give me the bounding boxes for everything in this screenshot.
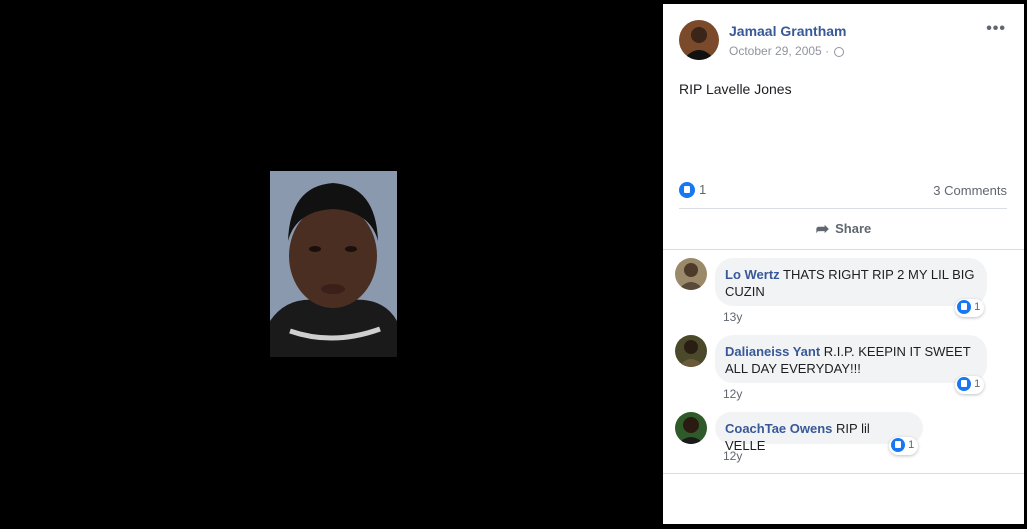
comment-reactions[interactable]: 1 (955, 299, 985, 317)
comment: Dalianeiss Yant R.I.P. KEEPIN IT SWEET A… (675, 335, 1015, 405)
post-panel: Jamaal Grantham October 29, 2005 · ••• R… (663, 4, 1024, 524)
share-icon: ➦ (815, 221, 830, 238)
author-avatar[interactable] (679, 20, 719, 60)
post-date-text[interactable]: October 29, 2005 · (729, 44, 829, 58)
divider (663, 249, 1024, 250)
comment-reactions[interactable]: 1 (955, 376, 985, 394)
commenter-name[interactable]: Lo Wertz (725, 267, 780, 282)
like-icon (957, 377, 971, 391)
comment-bubble: Dalianeiss Yant R.I.P. KEEPIN IT SWEET A… (715, 335, 987, 383)
commenter-name[interactable]: Dalianeiss Yant (725, 344, 820, 359)
divider (663, 473, 1024, 474)
divider (679, 208, 1007, 209)
share-button[interactable]: ➦ Share (663, 219, 1024, 239)
comment-reaction-count: 1 (908, 438, 915, 451)
like-icon (891, 438, 905, 452)
comment-reaction-count: 1 (974, 300, 981, 313)
comment-time[interactable]: 13y (723, 310, 742, 324)
commenter-avatar[interactable] (675, 258, 707, 290)
comment: Lo Wertz THATS RIGHT RIP 2 MY LIL BIG CU… (675, 258, 1015, 328)
comment-reactions[interactable]: 1 (889, 437, 919, 455)
reaction-summary[interactable]: 1 (679, 181, 706, 198)
like-icon (957, 300, 971, 314)
post-photo[interactable] (270, 171, 397, 357)
comment-bubble: Lo Wertz THATS RIGHT RIP 2 MY LIL BIG CU… (715, 258, 987, 306)
share-label: Share (835, 221, 872, 236)
commenter-name[interactable]: CoachTae Owens (725, 421, 832, 436)
author-name[interactable]: Jamaal Grantham (729, 23, 847, 39)
comment-reaction-count: 1 (974, 377, 981, 390)
comment-time[interactable]: 12y (723, 387, 742, 401)
comment: CoachTae Owens RIP lil VELLE 1 12y (675, 412, 1015, 468)
comments-count-link[interactable]: 3 Comments (933, 183, 1007, 198)
comment-time[interactable]: 12y (723, 449, 742, 463)
like-icon (679, 181, 695, 198)
commenter-avatar[interactable] (675, 412, 707, 444)
globe-icon (834, 47, 845, 57)
post-date[interactable]: October 29, 2005 · (729, 44, 845, 58)
more-options-icon[interactable]: ••• (986, 20, 1006, 38)
like-count: 1 (699, 182, 707, 198)
commenter-avatar[interactable] (675, 335, 707, 367)
post-text: RIP Lavelle Jones (679, 81, 792, 97)
photo-viewer (0, 0, 663, 529)
